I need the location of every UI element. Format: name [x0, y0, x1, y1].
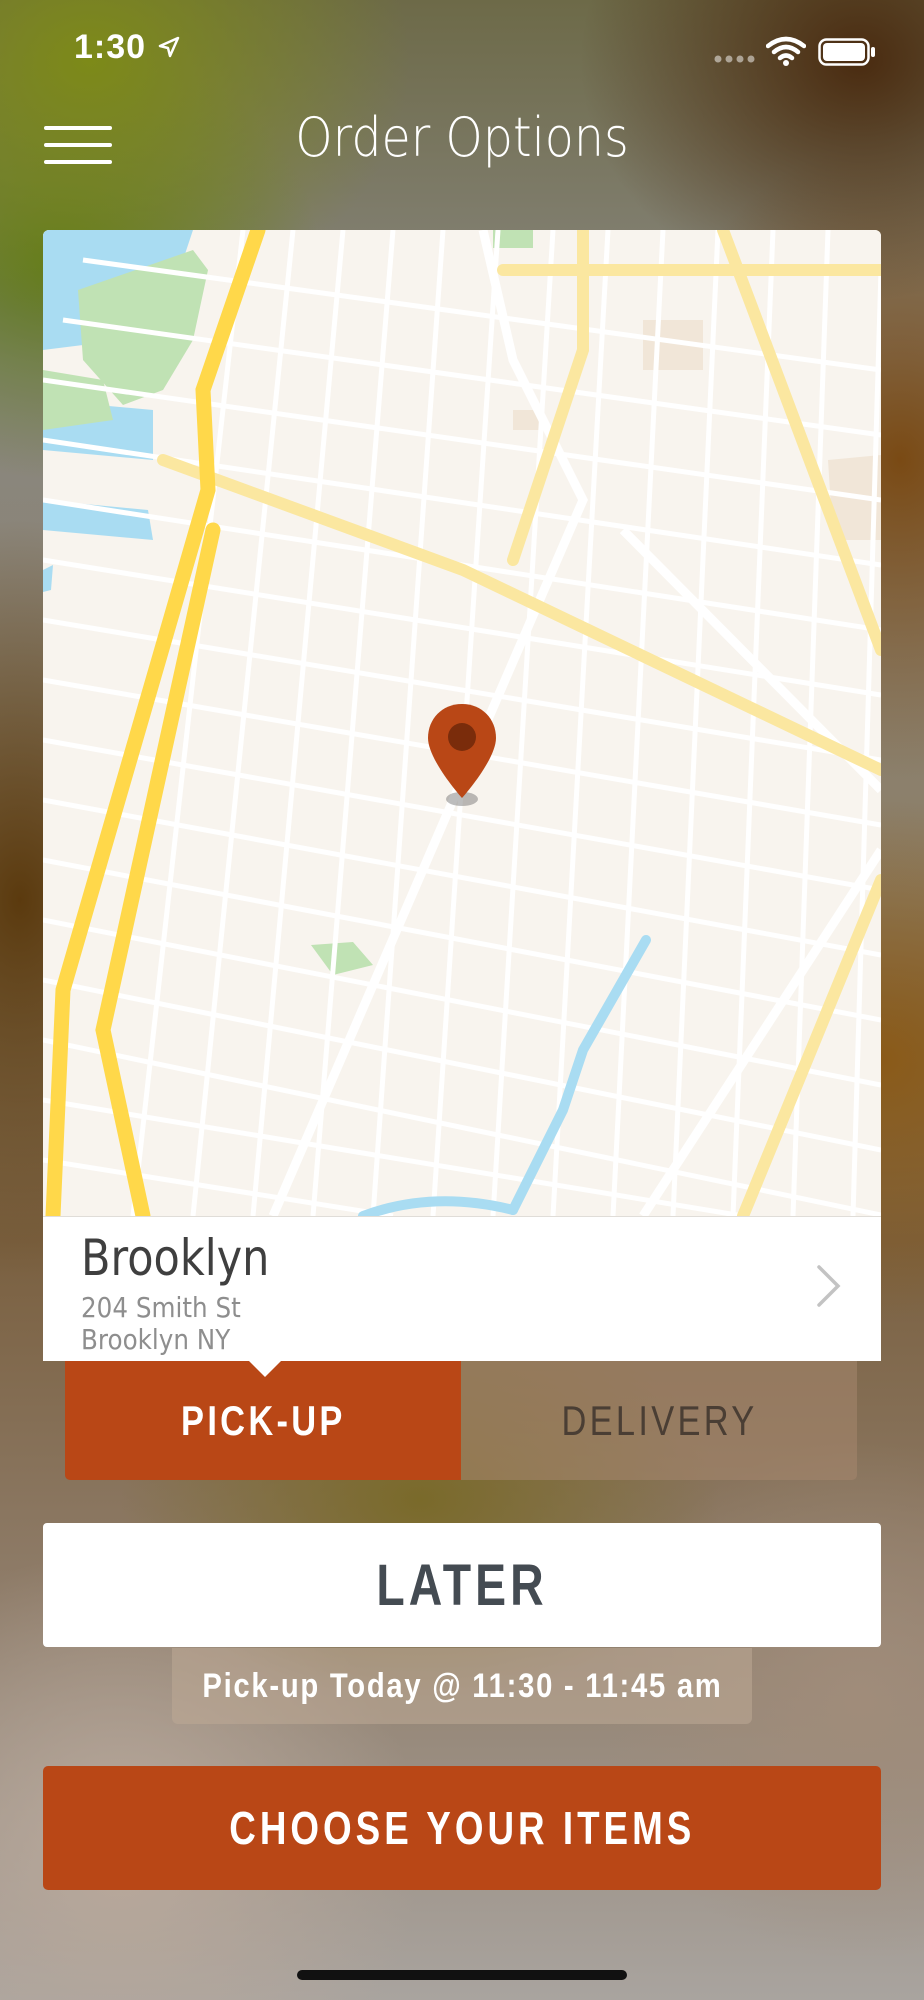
- location-arrow-icon: [158, 36, 180, 58]
- address-line1: 204 Smith St: [81, 1291, 241, 1324]
- location-details-row[interactable]: Brooklyn 204 Smith St Brooklyn NY: [43, 1216, 881, 1361]
- delivery-tab[interactable]: DELIVERY: [461, 1361, 857, 1480]
- pickup-tab-label: PICK-UP: [180, 1396, 346, 1444]
- map-pin-icon[interactable]: [426, 702, 498, 808]
- choose-items-button-label: CHOOSE YOUR ITEMS: [228, 1802, 696, 1854]
- pickup-time-text: Pick-up Today @ 11:30 - 11:45 am: [201, 1666, 723, 1705]
- location-name: Brooklyn: [81, 1229, 270, 1287]
- selection-pointer: [248, 1360, 282, 1377]
- page-title: Order Options: [295, 106, 629, 169]
- home-indicator[interactable]: [297, 1970, 627, 1980]
- choose-items-button[interactable]: CHOOSE YOUR ITEMS: [43, 1766, 881, 1890]
- location-card: Brooklyn 204 Smith St Brooklyn NY: [43, 230, 881, 1361]
- later-button-label: LATER: [376, 1552, 548, 1618]
- map-view[interactable]: [43, 230, 881, 1216]
- status-time: 1:30: [74, 28, 147, 66]
- later-button[interactable]: LATER: [43, 1523, 881, 1647]
- chevron-right-icon: [817, 1265, 841, 1307]
- pickup-tab[interactable]: PICK-UP: [65, 1361, 461, 1480]
- delivery-tab-label: DELIVERY: [561, 1396, 757, 1444]
- wifi-icon: [766, 36, 806, 66]
- pickup-time-label: Pick-up Today @ 11:30 - 11:45 am: [172, 1648, 752, 1724]
- status-bar: 1:30: [0, 0, 924, 100]
- signal-dots-icon: [714, 55, 755, 63]
- address-line2: Brooklyn NY: [81, 1323, 231, 1356]
- battery-icon: [818, 38, 875, 66]
